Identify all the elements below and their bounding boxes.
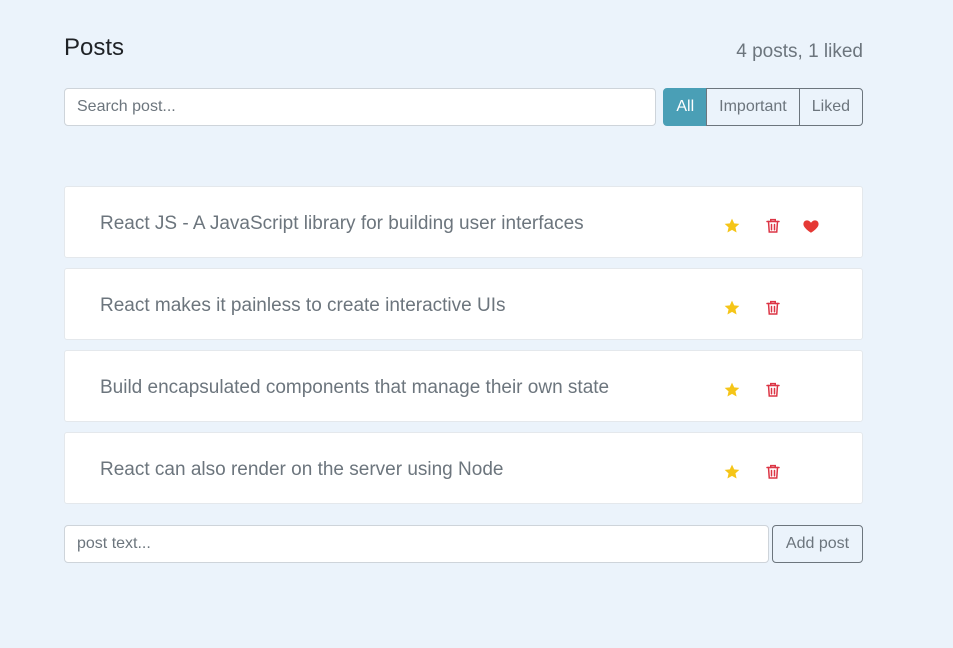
post-text-input[interactable]: [64, 525, 769, 563]
trash-icon[interactable]: [764, 217, 782, 235]
post-list-item: React JS - A JavaScript library for buil…: [64, 186, 863, 258]
post-list-item: React can also render on the server usin…: [64, 432, 863, 504]
post-label[interactable]: React JS - A JavaScript library for buil…: [100, 213, 584, 235]
post-label[interactable]: React can also render on the server usin…: [100, 459, 503, 481]
star-icon[interactable]: [723, 463, 741, 481]
filter-important-button[interactable]: Important: [706, 88, 800, 126]
star-icon[interactable]: [723, 299, 741, 317]
app-header: Posts 4 posts, 1 liked: [64, 30, 863, 70]
search-panel: All Important Liked: [64, 88, 863, 126]
star-icon[interactable]: [723, 217, 741, 235]
post-list-item: React makes it painless to create intera…: [64, 268, 863, 340]
heart-icon: [802, 217, 820, 235]
filter-button-group: All Important Liked: [663, 88, 863, 126]
filter-all-button[interactable]: All: [663, 88, 708, 126]
post-list: React JS - A JavaScript library for buil…: [64, 186, 863, 514]
trash-icon[interactable]: [764, 299, 782, 317]
add-post-button[interactable]: Add post: [772, 525, 863, 563]
page-title: Posts: [64, 34, 125, 61]
post-list-item: Build encapsulated components that manag…: [64, 350, 863, 422]
star-icon[interactable]: [723, 381, 741, 399]
trash-icon[interactable]: [764, 381, 782, 399]
post-actions: [723, 217, 823, 237]
post-actions: [723, 299, 823, 319]
post-actions: [723, 381, 823, 401]
add-post-form: Add post: [64, 525, 863, 563]
filter-liked-button[interactable]: Liked: [798, 88, 863, 126]
post-actions: [723, 463, 823, 483]
search-input[interactable]: [64, 88, 656, 126]
trash-icon[interactable]: [764, 463, 782, 481]
post-label[interactable]: Build encapsulated components that manag…: [100, 377, 609, 399]
posts-counter: 4 posts, 1 liked: [736, 41, 863, 62]
post-label[interactable]: React makes it painless to create intera…: [100, 295, 506, 317]
